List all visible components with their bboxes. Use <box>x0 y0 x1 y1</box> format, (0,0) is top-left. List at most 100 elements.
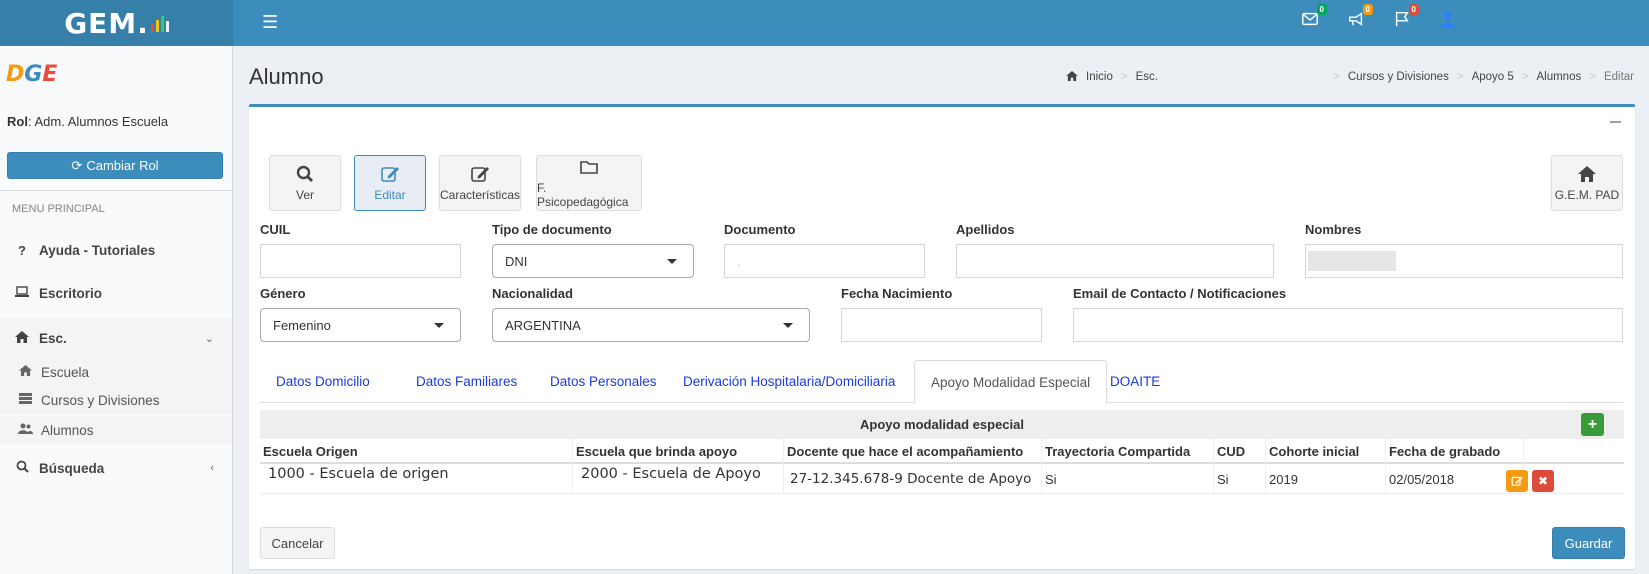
breadcrumb-alumnos[interactable]: Alumnos <box>1536 71 1581 83</box>
tab-derivacion[interactable]: Derivación Hospitalaria/Domiciliaria <box>667 360 911 403</box>
psicopedagogica-button[interactable]: F. Psicopedagógica <box>536 155 642 211</box>
tasks-badge: 0 <box>1408 4 1419 15</box>
question-icon: ? <box>18 242 26 258</box>
table-header: Escuela Origen Escuela que brinda apoyo … <box>260 439 1624 464</box>
apellidos-input[interactable] <box>956 244 1274 278</box>
table-title: Apoyo modalidad especial + <box>260 410 1624 439</box>
tab-datos-personales[interactable]: Datos Personales <box>534 360 673 403</box>
cell-cohorte: 2019 <box>1266 464 1386 494</box>
edit-icon <box>471 167 489 182</box>
caret-down-icon <box>434 323 444 328</box>
col-cud: CUD <box>1214 439 1266 464</box>
search-icon <box>296 165 313 182</box>
email-input[interactable] <box>1073 308 1623 342</box>
dge-logo: DGE <box>6 62 58 87</box>
cell-fecha-grabado: 02/05/2018 <box>1386 464 1524 494</box>
caracteristicas-button[interactable]: Características <box>439 155 521 211</box>
col-escuela-origen: Escuela Origen <box>260 439 573 464</box>
col-cohorte: Cohorte inicial <box>1266 439 1386 464</box>
envelope-icon[interactable]: 0 <box>1301 4 1327 32</box>
plus-icon: + <box>1587 415 1598 433</box>
home-icon <box>1066 71 1078 84</box>
home-icon <box>18 365 32 379</box>
close-icon: ✖ <box>1537 474 1549 488</box>
tabs-bar: Datos Domicilio Datos Familiares Datos P… <box>260 360 1624 404</box>
list-icon <box>18 393 32 407</box>
top-navbar: GEM . ☰ 0 0 0 <box>0 0 1649 46</box>
redacted-value <box>1308 251 1396 271</box>
flag-icon[interactable]: 0 <box>1393 4 1419 32</box>
apellidos-label: Apellidos <box>956 222 1015 237</box>
sidebar-subitem-escuela[interactable]: Escuela <box>0 358 232 386</box>
chevron-left-icon: ‹ <box>210 462 214 474</box>
refresh-icon: ⟳ <box>71 157 83 173</box>
genero-select[interactable]: Femenino <box>260 308 461 342</box>
cell-docente: 27-12.345.678-9 Docente de Apoyo <box>784 464 1042 494</box>
documento-input[interactable]: . <box>724 244 925 278</box>
editar-button[interactable]: Editar <box>354 155 426 211</box>
breadcrumb-inicio[interactable]: Inicio <box>1086 71 1113 84</box>
sidebar-subitem-alumnos[interactable]: Alumnos <box>0 416 232 444</box>
tab-apoyo-modalidad-especial[interactable]: Apoyo Modalidad Especial <box>914 360 1108 404</box>
add-button[interactable]: + <box>1581 413 1604 436</box>
col-fecha-grabado: Fecha de grabado <box>1386 439 1524 464</box>
announcements-badge: 0 <box>1362 4 1373 15</box>
genero-label: Género <box>260 286 306 301</box>
tipo-documento-select[interactable]: DNI <box>492 244 694 278</box>
change-role-button[interactable]: ⟳ Cambiar Rol <box>7 152 223 179</box>
role-info: Rol: Adm. Alumnos Escuela <box>7 114 169 129</box>
cancel-button[interactable]: Cancelar <box>260 527 335 559</box>
sidebar-item-ayuda[interactable]: ? Ayuda - Tutoriales <box>0 230 232 270</box>
tab-datos-domicilio[interactable]: Datos Domicilio <box>260 360 386 403</box>
notification-icons: 0 0 0 <box>1301 4 1459 32</box>
collapse-icon[interactable] <box>1610 121 1621 123</box>
col-trayectoria: Trayectoria Compartida <box>1042 439 1214 464</box>
ver-button[interactable]: Ver <box>269 155 341 211</box>
caret-down-icon <box>783 323 793 328</box>
tab-datos-familiares[interactable]: Datos Familiares <box>400 360 533 403</box>
laptop-icon <box>15 285 29 301</box>
sidebar-subitem-cursos[interactable]: Cursos y Divisiones <box>0 386 232 414</box>
col-acciones <box>1524 439 1624 464</box>
email-label: Email de Contacto / Notificaciones <box>1073 286 1287 301</box>
home-icon <box>1578 166 1596 182</box>
breadcrumb-apoyo[interactable]: Apoyo 5 <box>1472 71 1514 83</box>
fecha-nacimiento-label: Fecha Nacimiento <box>841 286 953 301</box>
cell-cud: Si <box>1214 464 1266 494</box>
nacionalidad-select[interactable]: ARGENTINA <box>492 308 810 342</box>
tab-doaite[interactable]: DOAITE <box>1094 360 1176 403</box>
gem-pad-button[interactable]: G.E.M. PAD <box>1551 155 1623 211</box>
edit-icon <box>1511 476 1523 486</box>
nacionalidad-label: Nacionalidad <box>492 286 573 301</box>
page-title: Alumno <box>249 64 324 89</box>
messages-badge: 0 <box>1316 4 1327 15</box>
sidebar-item-busqueda[interactable]: Búsqueda ‹ <box>0 448 232 488</box>
breadcrumb-trail: > Cursos y Divisiones > Apoyo 5 > Alumno… <box>1333 71 1634 83</box>
user-icon[interactable] <box>1439 10 1459 32</box>
tipo-documento-label: Tipo de documento <box>492 222 612 237</box>
nombres-input[interactable] <box>1305 244 1623 278</box>
sidebar-toggle-icon[interactable]: ☰ <box>262 12 278 33</box>
breadcrumb-esc[interactable]: Esc. <box>1136 71 1158 84</box>
fecha-nacimiento-input[interactable] <box>841 308 1042 342</box>
cell-trayectoria: Si <box>1042 464 1214 494</box>
home-icon <box>15 330 29 346</box>
sidebar-item-esc[interactable]: Esc. ⌄ <box>0 318 232 358</box>
breadcrumb: Inicio > Esc. <box>1066 71 1158 84</box>
nombres-label: Nombres <box>1305 222 1362 237</box>
cell-escuela-apoyo: 2000 - Escuela de Apoyo <box>573 464 784 494</box>
sidebar-item-escritorio[interactable]: Escritorio <box>0 273 232 313</box>
bullhorn-icon[interactable]: 0 <box>1347 4 1373 32</box>
cuil-input[interactable] <box>260 244 461 278</box>
table-row: 1000 - Escuela de origen 2000 - Escuela … <box>260 464 1624 494</box>
app-logo[interactable]: GEM . <box>0 0 233 46</box>
delete-row-button[interactable]: ✖ <box>1532 470 1554 492</box>
edit-icon <box>381 167 399 182</box>
edit-row-button[interactable] <box>1506 470 1528 492</box>
menu-header: MENU PRINCIPAL <box>12 203 105 215</box>
cuil-label: CUIL <box>260 222 291 237</box>
save-button[interactable]: Guardar <box>1552 527 1625 559</box>
breadcrumb-cursos[interactable]: Cursos y Divisiones <box>1348 71 1449 83</box>
divider <box>0 190 232 191</box>
documento-label: Documento <box>724 222 796 237</box>
